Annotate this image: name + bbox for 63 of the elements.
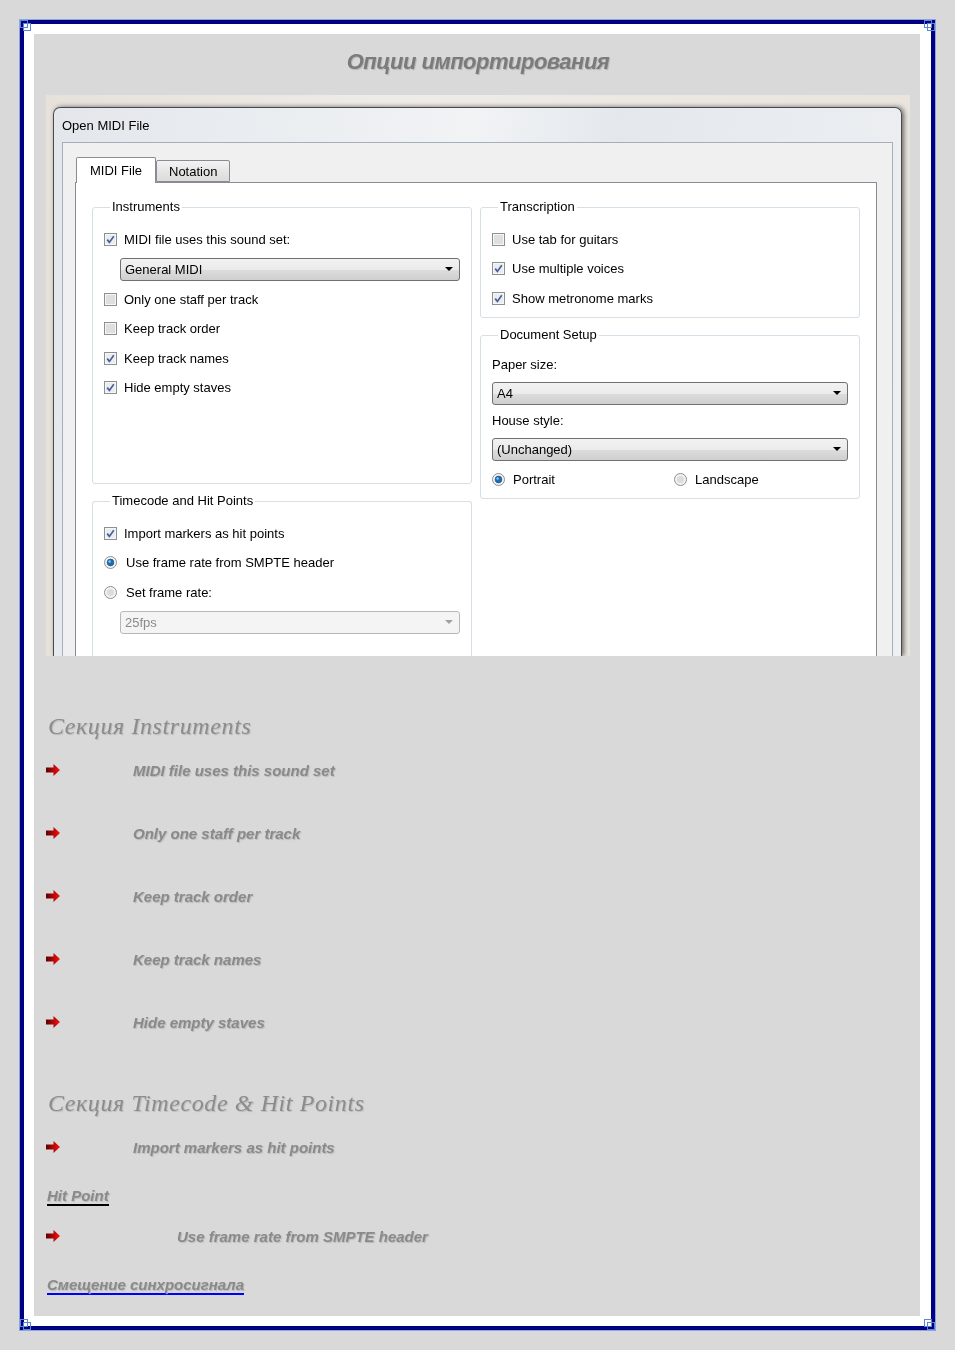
field-label: House style: [492, 412, 564, 430]
checkbox-label[interactable]: Hide empty staves [124, 380, 231, 395]
caret-icon [833, 391, 841, 395]
bullet-text: Hide empty staves [133, 1013, 265, 1031]
checkbox-label[interactable]: Keep track names [124, 350, 229, 366]
checkbox[interactable] [492, 262, 505, 275]
group-title: Instruments [111, 199, 181, 215]
dropdown[interactable]: A4 [492, 381, 848, 405]
caret-icon [445, 267, 453, 271]
window-title: Open MIDI File [62, 117, 150, 133]
caret-icon [445, 620, 453, 624]
corner-ornament-icon [924, 1319, 935, 1330]
section-heading: Секция Timecode & Hit Points [47, 1089, 365, 1117]
checkbox-label[interactable]: Import markers as hit points [124, 525, 285, 541]
bullet-text: Only one staff per track [133, 824, 301, 842]
checkbox[interactable] [104, 381, 117, 394]
radio-label[interactable]: Set frame rate: [126, 584, 212, 600]
arrow-icon [46, 1016, 60, 1028]
radio-button[interactable] [104, 556, 117, 569]
group-title: Timecode and Hit Points [111, 493, 255, 509]
corner-ornament-icon [20, 20, 31, 31]
bullet-text: Keep track names [133, 950, 262, 968]
arrow-icon [46, 1141, 60, 1153]
checkbox-label[interactable]: Show metronome marks [512, 290, 653, 306]
dropdown[interactable]: General MIDI [120, 257, 460, 281]
radio-button[interactable] [492, 472, 505, 486]
field-label: Paper size: [492, 356, 558, 374]
radio-label[interactable]: Landscape [695, 471, 759, 487]
tab[interactable]: Notation [156, 160, 231, 182]
group-title: Transcription [499, 199, 576, 215]
dropdown[interactable]: (Unchanged) [492, 437, 848, 461]
corner-ornament-icon [20, 1319, 31, 1330]
corner-ornament-icon [924, 20, 935, 31]
checkbox-label[interactable]: Use multiple voices [512, 261, 624, 276]
caret-icon [833, 447, 841, 451]
group-title: Document Setup [499, 327, 598, 343]
checkbox[interactable] [104, 526, 117, 540]
checkbox[interactable] [104, 232, 117, 246]
checkbox[interactable] [492, 291, 505, 305]
checkbox[interactable] [492, 232, 505, 246]
bullet-text: Use frame rate from SMPTE header [177, 1227, 428, 1245]
arrow-icon [46, 1230, 60, 1242]
radio-button[interactable] [104, 585, 117, 599]
radio-label[interactable]: Portrait [513, 471, 555, 487]
arrow-icon [46, 764, 60, 776]
radio-button[interactable] [674, 472, 687, 486]
checkbox[interactable] [104, 322, 117, 335]
bullet-text: MIDI file uses this sound set [133, 761, 335, 779]
checkbox-label[interactable]: Keep track order [124, 321, 221, 336]
checkbox[interactable] [104, 292, 117, 306]
bullet-text: Keep track order [133, 887, 253, 905]
arrow-icon [46, 827, 60, 839]
page-title: Опции импортирования [346, 50, 610, 74]
radio-label[interactable]: Use frame rate from SMPTE header [126, 555, 335, 570]
arrow-icon [46, 953, 60, 965]
checkbox-label[interactable]: MIDI file uses this sound set: [124, 231, 291, 247]
section-heading: Секция Instruments [47, 712, 252, 740]
checkbox-label[interactable]: Only one staff per track [124, 291, 259, 307]
bullet-text: Import markers as hit points [133, 1138, 335, 1156]
checkbox[interactable] [104, 351, 117, 365]
checkbox-label[interactable]: Use tab for guitars [512, 231, 619, 247]
tab[interactable]: MIDI File [76, 157, 156, 183]
arrow-icon [46, 890, 60, 902]
